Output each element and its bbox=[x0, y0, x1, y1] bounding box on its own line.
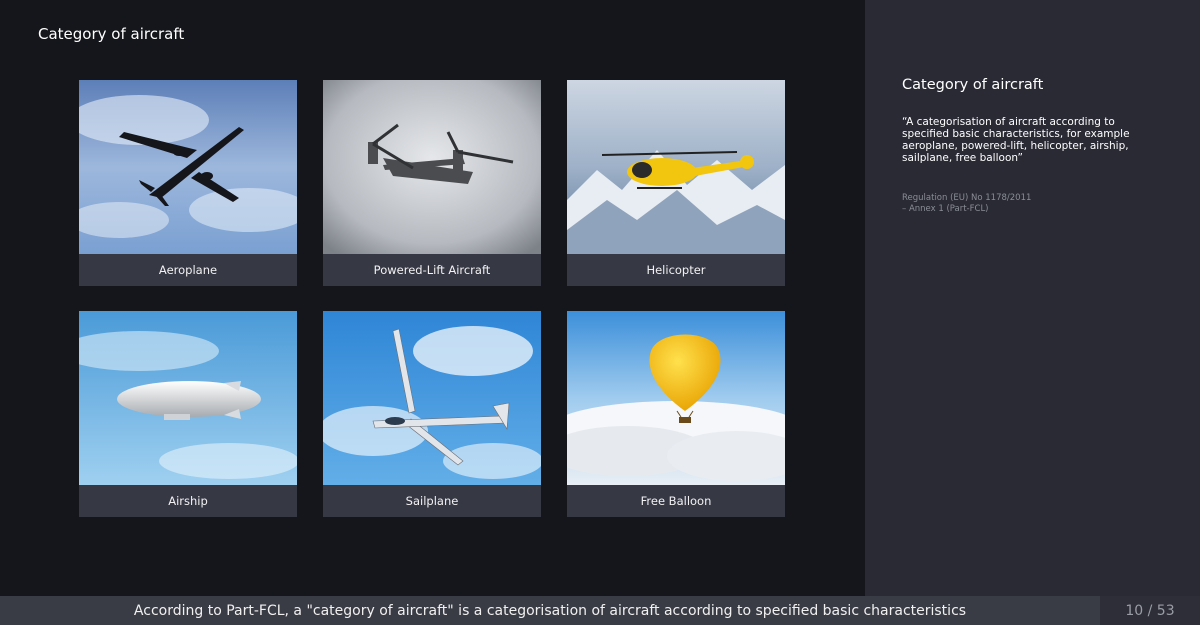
card-caption: Sailplane bbox=[323, 485, 541, 517]
sailplane-photo bbox=[323, 311, 541, 485]
card-caption: Aeroplane bbox=[79, 254, 297, 286]
definition-sidebar: Category of aircraft “A categorisation o… bbox=[865, 0, 1200, 596]
card-caption: Airship bbox=[79, 485, 297, 517]
source-line-1: Regulation (EU) No 1178/2011 bbox=[902, 193, 1032, 203]
card-sailplane[interactable]: Sailplane bbox=[323, 311, 541, 517]
sidebar-title: Category of aircraft bbox=[902, 77, 1044, 93]
card-airship[interactable]: Airship bbox=[79, 311, 297, 517]
airship-photo bbox=[79, 311, 297, 485]
card-caption: Free Balloon bbox=[567, 485, 785, 517]
card-aeroplane[interactable]: Aeroplane bbox=[79, 80, 297, 286]
card-free-balloon[interactable]: Free Balloon bbox=[567, 311, 785, 517]
card-caption: Powered-Lift Aircraft bbox=[323, 254, 541, 286]
regulation-source: Regulation (EU) No 1178/2011 – Annex 1 (… bbox=[902, 193, 1102, 215]
aeroplane-photo bbox=[79, 80, 297, 254]
subtitle-bar: According to Part-FCL, a "category of ai… bbox=[0, 596, 1100, 625]
page-counter: 10 / 53 bbox=[1100, 596, 1200, 625]
card-caption: Helicopter bbox=[567, 254, 785, 286]
helicopter-photo bbox=[567, 80, 785, 254]
slide-title: Category of aircraft bbox=[38, 25, 185, 43]
balloon-photo bbox=[567, 311, 785, 485]
card-powered-lift[interactable]: Powered-Lift Aircraft bbox=[323, 80, 541, 286]
subtitle-text: According to Part-FCL, a "category of ai… bbox=[133, 602, 967, 619]
definition-quote: “A categorisation of aircraft according … bbox=[902, 116, 1130, 164]
source-line-2: – Annex 1 (Part-FCL) bbox=[902, 204, 989, 214]
tiltrotor-photo bbox=[323, 80, 541, 254]
card-helicopter[interactable]: Helicopter bbox=[567, 80, 785, 286]
